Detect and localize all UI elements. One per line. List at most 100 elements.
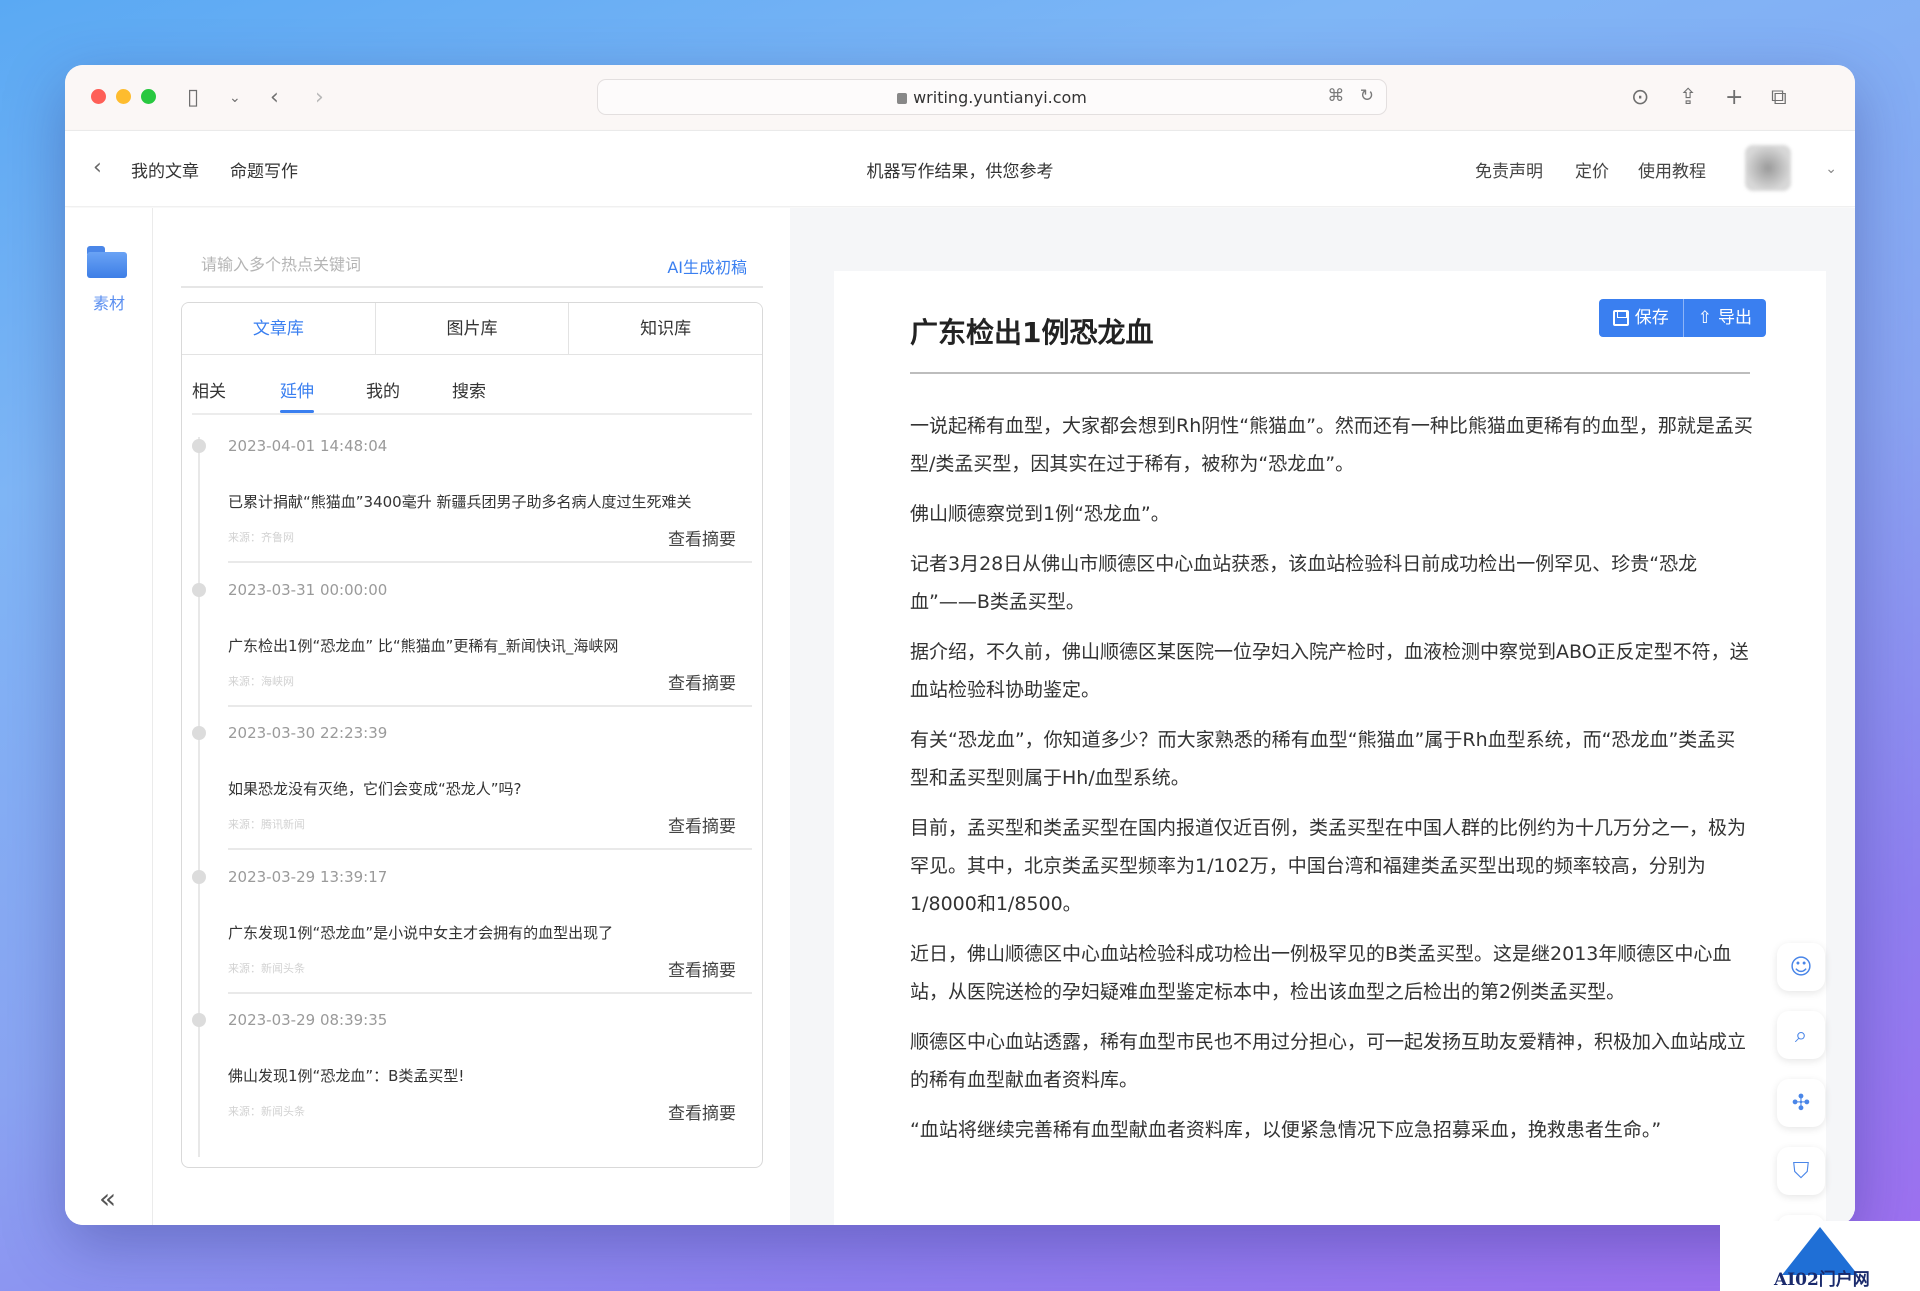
article-title[interactable]: 佛山发现1例“恐龙血”：B类孟买型! [228, 1065, 464, 1086]
app-header: ‹ 我的文章 命题写作 机器写作结果，供您参考 免责声明 定价 使用教程 ⌄ [65, 131, 1855, 207]
url-text: writing.yuntianyi.com [913, 88, 1087, 107]
title-divider [910, 372, 1750, 374]
list-item: 2023-03-31 00:00:00 广东检出1例“恐龙血” 比“熊猫血”更稀… [192, 569, 752, 713]
browser-window: ▯ ⌄ ‹ › writing.yuntianyi.com ⌘ ↻ ⊙ ⇪ + … [65, 65, 1855, 1225]
article-date: 2023-03-29 13:39:17 [228, 867, 388, 886]
library-tabs: 文章库 图片库 知识库 [182, 303, 762, 355]
zoom-window-button[interactable] [141, 89, 156, 104]
nav-tutorial[interactable]: 使用教程 [1638, 157, 1706, 182]
chevron-down-icon[interactable]: ⌄ [229, 83, 241, 113]
back-icon[interactable]: ‹ [270, 83, 279, 113]
folder-icon[interactable] [87, 246, 127, 278]
materials-panel: AI生成初稿 文章库 图片库 知识库 相关 延伸 我的 搜索 [153, 208, 790, 1225]
browser-toolbar: ▯ ⌄ ‹ › writing.yuntianyi.com ⌘ ↻ ⊙ ⇪ + … [65, 65, 1855, 131]
list-item: 2023-03-29 13:39:17 广东发现1例“恐龙血”是小说中女主才会拥… [192, 856, 752, 1000]
materials-label[interactable]: 素材 [65, 290, 153, 314]
save-button[interactable]: 保存 [1598, 299, 1683, 337]
article-date: 2023-03-29 08:39:35 [228, 1011, 388, 1029]
tab-image-library[interactable]: 图片库 [375, 303, 570, 354]
document-body[interactable]: 一说起稀有血型，大家都会想到Rh阴性“熊猫血”。然而还有一种比熊猫血更稀有的血型… [910, 407, 1754, 1161]
translate-icon[interactable]: ⌘ [1327, 86, 1344, 106]
chevron-down-icon[interactable]: ⌄ [1825, 161, 1837, 177]
divider [228, 848, 752, 850]
article-date: 2023-03-30 22:23:39 [228, 724, 388, 742]
address-bar[interactable]: writing.yuntianyi.com ⌘ ↻ [597, 79, 1387, 115]
export-button[interactable]: ⇧ 导出 [1682, 299, 1766, 337]
article-source: 来源：腾讯新闻 [228, 818, 305, 831]
share-icon[interactable]: ⇪ [1679, 83, 1697, 113]
search-icon[interactable]: ⌕ [1777, 1011, 1825, 1059]
view-summary-link[interactable]: 查看摘要 [668, 812, 736, 837]
tab-knowledge-library[interactable]: 知识库 [569, 303, 762, 354]
view-summary-link[interactable]: 查看摘要 [668, 1099, 736, 1124]
avatar[interactable] [1745, 145, 1791, 191]
keyword-input[interactable] [181, 244, 641, 284]
watermark: AI02门户网 [1720, 1221, 1920, 1291]
subtab-mine[interactable]: 我的 [366, 377, 400, 402]
article-title[interactable]: 广东发现1例“恐龙血”是小说中女主才会拥有的血型出现了 [228, 922, 613, 943]
article-date: 2023-03-31 00:00:00 [228, 580, 388, 599]
subtab-related[interactable]: 相关 [192, 377, 226, 402]
list-item: 2023-03-29 08:39:35 佛山发现1例“恐龙血”：B类孟买型! 来… [192, 999, 752, 1143]
timeline-dot [192, 439, 206, 453]
timeline-dot [192, 582, 206, 597]
watermark-text: AI02门户网 [1774, 1270, 1870, 1290]
article-source: 来源：新闻头条 [228, 961, 305, 975]
nav-disclaimer[interactable]: 免责声明 [1475, 157, 1543, 182]
paragraph: 顺德区中心血站透露，稀有血型市民也不用过分担心，可一起发扬互助友爱精神，积极加入… [910, 1031, 1747, 1091]
article-timeline: 2023-04-01 14:48:04 已累计捐献“熊猫血”3400毫升 新疆兵… [192, 425, 752, 1157]
download-icon[interactable]: ⊙ [1631, 83, 1649, 113]
minimize-window-button[interactable] [116, 89, 131, 104]
divider [228, 561, 752, 563]
timeline-dot [192, 1013, 206, 1027]
paragraph: 佛山顺德察觉到1例“恐龙血”。 [910, 503, 1170, 525]
document-actions: 保存 ⇧ 导出 [1598, 299, 1766, 337]
shield-alert-icon[interactable]: ⛉ [1777, 1147, 1825, 1195]
new-tab-icon[interactable]: + [1725, 83, 1743, 113]
view-summary-link[interactable]: 查看摘要 [668, 669, 736, 694]
forward-icon[interactable]: › [315, 83, 324, 113]
paragraph: “血站将继续完善稀有血型献血者资料库，以便紧急情况下应急招募采血，挽救患者生命。… [910, 1119, 1662, 1141]
paragraph: 据介绍，不久前，佛山顺德区某医院一位孕妇入院产检时，血液检测中察觉到ABO正反定… [910, 641, 1749, 701]
article-title[interactable]: 如果恐龙没有灭绝，它们会变成“恐龙人”吗? [228, 778, 522, 799]
ai-generate-button[interactable]: AI生成初稿 [667, 254, 747, 278]
divider [228, 704, 752, 707]
lock-icon [897, 93, 908, 104]
tab-overview-icon[interactable]: ⧉ [1771, 83, 1787, 113]
tab-article-library[interactable]: 文章库 [182, 303, 376, 354]
article-source: 来源：海峡网 [228, 674, 294, 688]
divider [228, 991, 752, 994]
document-title[interactable]: 广东检出1例恐龙血 [910, 311, 1153, 351]
robot-icon[interactable]: ☺ [1777, 943, 1825, 991]
subtab-search[interactable]: 搜索 [452, 377, 486, 402]
nav-pricing[interactable]: 定价 [1575, 157, 1609, 182]
left-rail: 素材 « [65, 208, 153, 1225]
article-title[interactable]: 广东检出1例“恐龙血” 比“熊猫血”更稀有_新闻快讯_海峡网 [228, 635, 618, 656]
article-source: 来源：齐鲁网 [228, 531, 294, 544]
view-summary-link[interactable]: 查看摘要 [668, 956, 736, 981]
sidebar-toggle-icon[interactable]: ▯ [187, 83, 199, 113]
close-window-button[interactable] [91, 89, 106, 104]
list-item: 2023-04-01 14:48:04 已累计捐献“熊猫血”3400毫升 新疆兵… [192, 425, 752, 569]
export-icon: ⇧ [1697, 308, 1712, 328]
paragraph: 记者3月28日从佛山市顺德区中心血站获悉，该血站检验科日前成功检出一例罕见、珍贵… [910, 553, 1698, 613]
paragraph: 有关“恐龙血”，你知道多少？而大家熟悉的稀有血型“熊猫血”属于Rh血型系统，而“… [910, 729, 1736, 789]
side-toolbar: ☺ ⌕ ✣ ⛉ ▣ ☰ [1777, 943, 1825, 1225]
view-summary-link[interactable]: 查看摘要 [668, 525, 736, 550]
document-editor: 广东检出1例恐龙血 保存 ⇧ 导出 一说起稀有血型，大家都会想到Rh阴性“熊猫血… [834, 271, 1826, 1225]
article-title[interactable]: 已累计捐献“熊猫血”3400毫升 新疆兵团男子助多名病人度过生死难关 [228, 491, 692, 512]
timeline-dot [192, 726, 206, 740]
reload-icon[interactable]: ↻ [1360, 86, 1374, 106]
article-date: 2023-04-01 14:48:04 [228, 437, 388, 455]
timeline-dot [192, 869, 206, 884]
double-chevron-left-icon[interactable]: « [99, 1182, 116, 1215]
export-label: 导出 [1718, 308, 1752, 328]
save-icon [1612, 310, 1629, 326]
network-icon[interactable]: ✣ [1777, 1079, 1825, 1127]
active-subtab-indicator [280, 410, 314, 413]
paragraph: 目前，孟买型和类孟买型在国内报道仅近百例，类孟买型在中国人群的比例约为十几万分之… [910, 817, 1747, 915]
library-card: 文章库 图片库 知识库 相关 延伸 我的 搜索 2023-04-01 14:48… [181, 302, 763, 1168]
subtab-extended[interactable]: 延伸 [280, 377, 314, 402]
list-item: 2023-03-30 22:23:39 如果恐龙没有灭绝，它们会变成“恐龙人”吗… [192, 712, 752, 856]
window-controls [91, 89, 156, 104]
